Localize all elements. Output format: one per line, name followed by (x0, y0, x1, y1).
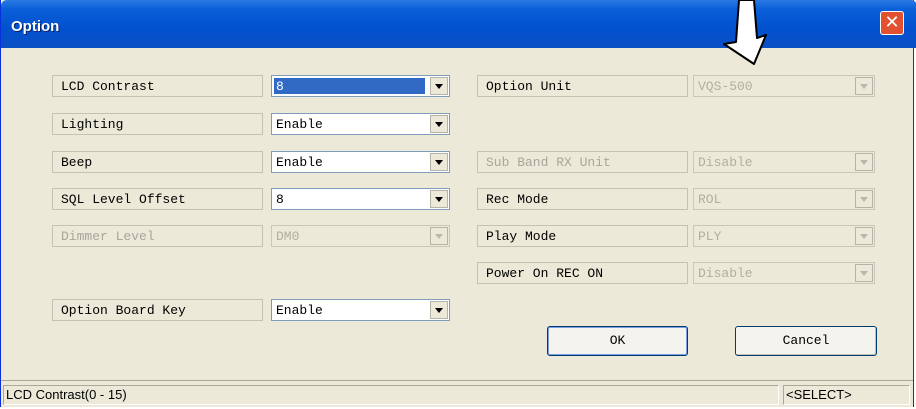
power-on-rec-on-label: Power On REC ON (477, 262, 688, 284)
option-unit-label: Option Unit (477, 75, 688, 97)
beep-select[interactable]: Enable (271, 151, 450, 173)
sub-band-rx-unit-value: Disable (698, 155, 753, 170)
dimmer-level-select: DM0 (271, 225, 450, 247)
beep-value: Enable (276, 155, 323, 170)
option-board-key-value: Enable (276, 303, 323, 318)
sub-band-rx-unit-select: Disable (693, 151, 875, 173)
dimmer-level-value: DM0 (276, 229, 300, 244)
chevron-down-icon (855, 190, 873, 208)
lighting-label: Lighting (52, 113, 263, 135)
chevron-down-icon (430, 227, 448, 245)
chevron-down-icon (855, 153, 873, 171)
lcd-contrast-value: 8 (274, 78, 425, 94)
chevron-down-icon (855, 77, 873, 95)
option-board-key-select[interactable]: Enable (271, 299, 450, 321)
status-bar: LCD Contrast(0 - 15) <SELECT> (1, 380, 913, 407)
option-unit-select: VQS-500 (693, 75, 875, 97)
rec-mode-label: Rec Mode (477, 188, 688, 210)
rec-mode-select: ROL (693, 188, 875, 210)
chevron-down-icon[interactable] (430, 77, 448, 95)
power-on-rec-on-value: Disable (698, 266, 753, 281)
chevron-down-icon (855, 227, 873, 245)
status-hint: LCD Contrast(0 - 15) (3, 385, 779, 405)
power-on-rec-on-select: Disable (693, 262, 875, 284)
sub-band-rx-unit-label: Sub Band RX Unit (477, 151, 688, 173)
status-mode: <SELECT> (783, 385, 910, 405)
chevron-down-icon[interactable] (430, 190, 448, 208)
beep-label: Beep (52, 151, 263, 173)
option-board-key-label: Option Board Key (52, 299, 263, 321)
chevron-down-icon[interactable] (430, 301, 448, 319)
lcd-contrast-select[interactable]: 8 (271, 75, 450, 97)
dimmer-level-label: Dimmer Level (52, 225, 263, 247)
sql-level-offset-value: 8 (276, 192, 284, 207)
play-mode-select: PLY (693, 225, 875, 247)
sql-level-offset-select[interactable]: 8 (271, 188, 450, 210)
chevron-down-icon[interactable] (430, 115, 448, 133)
play-mode-value: PLY (698, 229, 722, 244)
chevron-down-icon (855, 264, 873, 282)
option-unit-value: VQS-500 (698, 79, 753, 94)
cancel-button[interactable]: Cancel (735, 326, 877, 356)
dialog-client: LCD Contrast 8 Lighting Enable Beep Enab… (5, 48, 911, 378)
ok-button[interactable]: OK (547, 326, 688, 356)
lcd-contrast-label: LCD Contrast (52, 75, 263, 97)
annotation-arrow-icon (723, 0, 767, 65)
chevron-down-icon[interactable] (430, 153, 448, 171)
rec-mode-value: ROL (698, 192, 722, 207)
window-title: Option (11, 18, 60, 35)
close-icon[interactable]: ✕ (880, 11, 904, 35)
lighting-select[interactable]: Enable (271, 113, 450, 135)
play-mode-label: Play Mode (477, 225, 688, 247)
lighting-value: Enable (276, 117, 323, 132)
sql-level-offset-label: SQL Level Offset (52, 188, 263, 210)
